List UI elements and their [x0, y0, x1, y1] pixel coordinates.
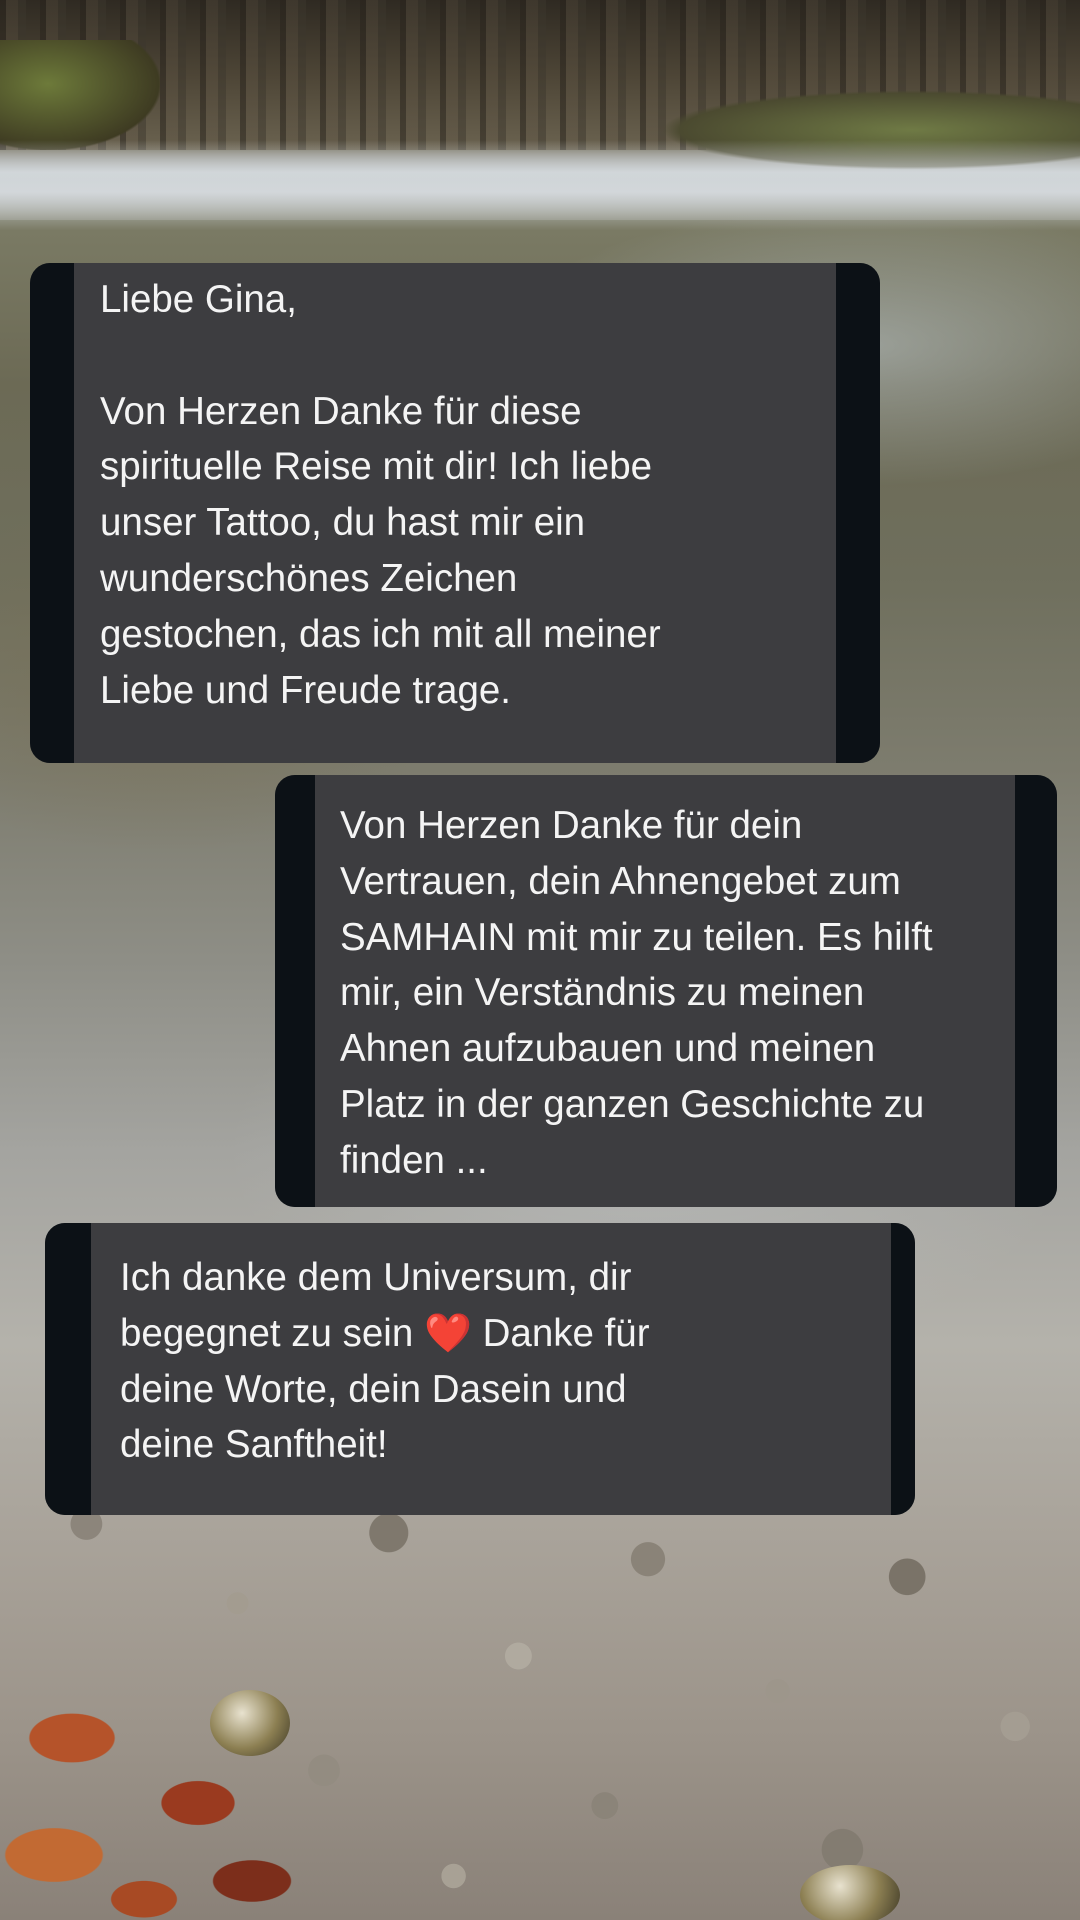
water-reflection	[0, 140, 1080, 220]
stone	[210, 1690, 290, 1756]
heart-emoji-icon: ❤️	[423, 1311, 472, 1355]
bubble-edge-left	[30, 263, 74, 763]
autumn-leaves	[0, 1660, 360, 1920]
bubble-edge-left	[45, 1223, 91, 1515]
bubble-edge-right	[836, 263, 880, 763]
message-text: Liebe Gina, Von Herzen Danke für diese s…	[100, 278, 661, 712]
riverbank-left	[0, 40, 160, 150]
bubble-edge-right	[891, 1223, 915, 1515]
message-text: Ich danke dem Universum, dir begegnet zu…	[120, 1250, 880, 1473]
bubble-edge-left	[275, 775, 315, 1207]
message-text: Von Herzen Danke für dein Vertrauen, dei…	[340, 804, 933, 1182]
stone	[800, 1865, 900, 1920]
